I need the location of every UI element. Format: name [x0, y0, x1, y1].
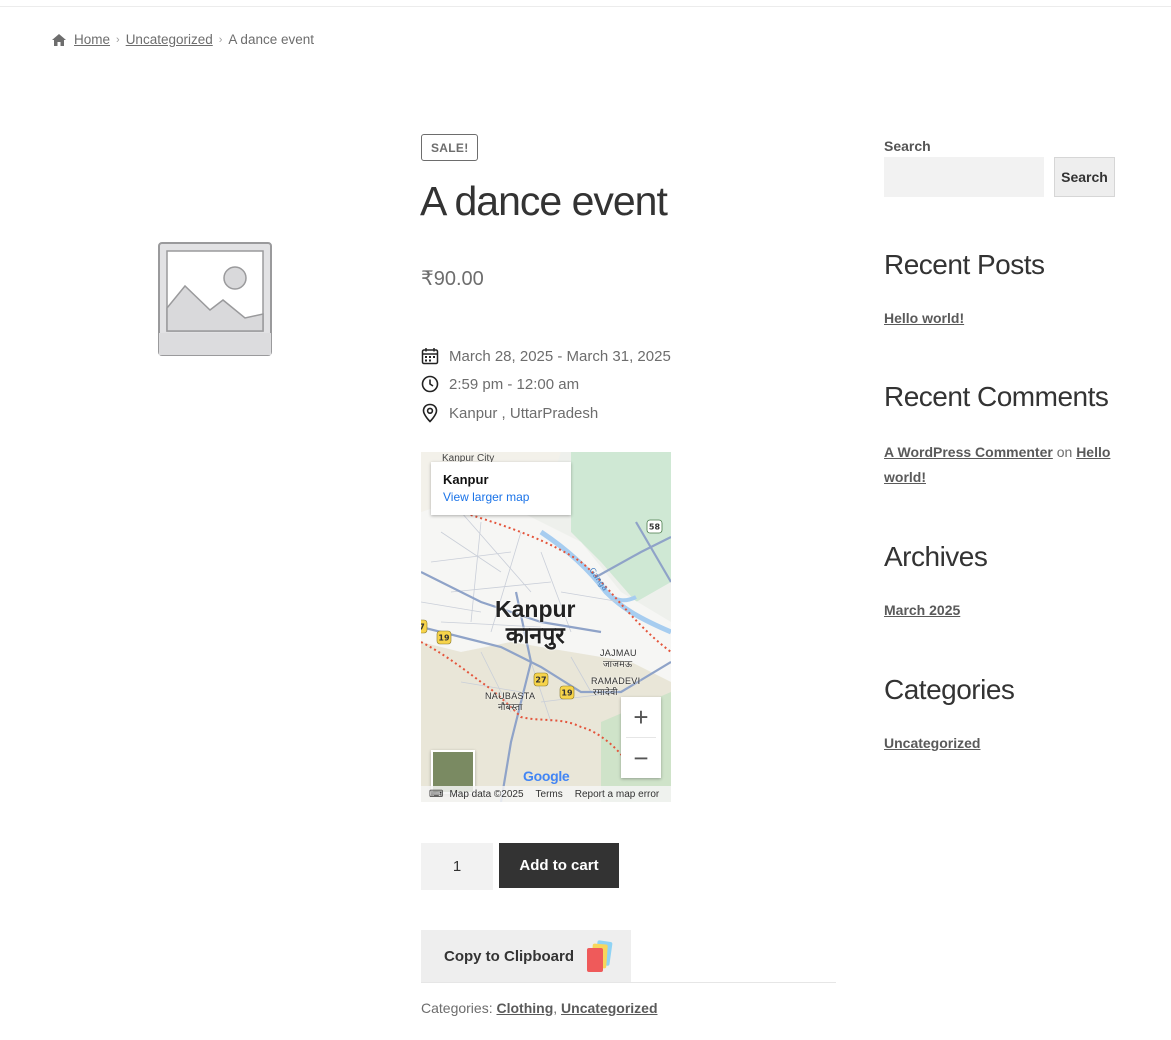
- categories-label: Categories:: [421, 1000, 497, 1016]
- categories-title: Categories: [884, 674, 1015, 705]
- event-time-row: 2:59 pm - 12:00 am: [421, 375, 579, 393]
- sidebar-category-link[interactable]: Uncategorized: [884, 735, 980, 751]
- map-footer: ⌨ Map data ©2025 Terms Report a map erro…: [421, 786, 671, 802]
- product-price: ₹90.00: [421, 268, 484, 290]
- event-time: 2:59 pm - 12:00 am: [449, 375, 580, 393]
- chevron-right-icon: ›: [218, 33, 223, 46]
- map-area-label: जाजमऊ: [603, 659, 633, 669]
- map-road-shield: 19: [561, 689, 573, 698]
- event-date-row: March 28, 2025 - March 31, 2025: [421, 347, 671, 365]
- quantity-input[interactable]: [421, 843, 493, 890]
- breadcrumb-current: A dance event: [228, 32, 314, 47]
- event-date: March 28, 2025 - March 31, 2025: [449, 347, 671, 365]
- recent-comments-title: Recent Comments: [884, 381, 1109, 412]
- archive-link-march-2025[interactable]: March 2025: [884, 602, 960, 618]
- breadcrumb: Home › Uncategorized › A dance event: [51, 32, 314, 47]
- event-location-row: Kanpur , UttarPradesh: [421, 403, 598, 423]
- google-logo: Google: [523, 768, 570, 784]
- zoom-in-button[interactable]: +: [621, 697, 661, 737]
- sidebar-search-button[interactable]: Search: [1054, 157, 1115, 197]
- map-road-shield: 7: [421, 623, 425, 632]
- clock-icon: [421, 375, 439, 393]
- comment-author-link[interactable]: A WordPress Commenter: [884, 444, 1053, 460]
- copy-to-clipboard-button[interactable]: Copy to Clipboard: [421, 930, 631, 983]
- map-zoom-control: + −: [621, 697, 661, 778]
- clipboard-icon: [587, 939, 613, 972]
- keyboard-icon[interactable]: ⌨: [429, 789, 443, 800]
- map-road-shield: 19: [438, 634, 450, 643]
- category-link-uncategorized[interactable]: Uncategorized: [561, 1000, 657, 1016]
- map-card-title: Kanpur: [443, 472, 489, 487]
- breadcrumb-home-link[interactable]: Home: [74, 32, 110, 47]
- map-city-label: Kanpur कानपुर: [495, 596, 576, 648]
- add-to-cart-button[interactable]: Add to cart: [499, 843, 619, 888]
- product-title: A dance event: [420, 178, 668, 224]
- report-map-error-link[interactable]: Report a map error: [575, 789, 659, 800]
- recent-post-link[interactable]: Hello world!: [884, 310, 964, 326]
- map-area-label: नौबस्ता: [498, 702, 523, 712]
- map-info-card: Kanpur View larger map: [431, 462, 571, 515]
- map-area-label: रमादेवी: [593, 687, 618, 697]
- zoom-out-button[interactable]: −: [621, 738, 661, 778]
- content-divider: [421, 982, 836, 983]
- breadcrumb-category-link[interactable]: Uncategorized: [126, 32, 213, 47]
- sidebar-search-label: Search: [884, 138, 931, 154]
- header-divider: [0, 6, 1171, 7]
- sale-badge: SALE!: [421, 134, 478, 161]
- event-location: Kanpur , UttarPradesh: [449, 404, 599, 422]
- view-larger-map-link[interactable]: View larger map: [443, 490, 529, 504]
- product-image-placeholder[interactable]: [155, 238, 275, 360]
- copy-to-clipboard-label: Copy to Clipboard: [444, 948, 574, 965]
- recent-posts-title: Recent Posts: [884, 249, 1045, 280]
- map-terms-link[interactable]: Terms: [536, 789, 563, 800]
- calendar-icon: [421, 348, 439, 365]
- location-pin-icon: [422, 403, 438, 423]
- sidebar-search-input[interactable]: [884, 157, 1044, 197]
- chevron-right-icon: ›: [116, 33, 120, 46]
- category-link-clothing[interactable]: Clothing: [496, 1000, 553, 1016]
- recent-comment-item: A WordPress Commenter on Hello world!: [884, 444, 1111, 485]
- map-data-credit: Map data ©2025: [449, 788, 524, 800]
- map-road-shield: 27: [535, 676, 546, 685]
- home-icon: [52, 33, 66, 46]
- product-categories: Categories: Clothing, Uncategorized: [421, 1000, 658, 1016]
- embedded-map[interactable]: 19 27 19 58 7 Ganga Kanpur City Kanpur क…: [421, 452, 671, 802]
- archives-title: Archives: [884, 541, 988, 572]
- map-road-shield: 58: [649, 523, 661, 532]
